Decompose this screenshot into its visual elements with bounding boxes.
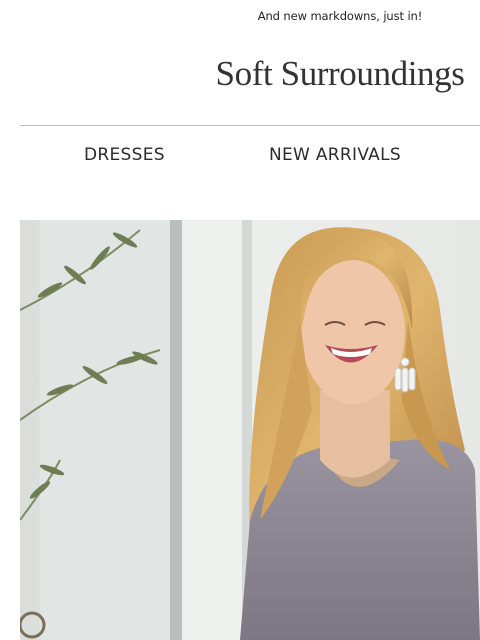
header-divider (20, 125, 480, 126)
main-nav: DRESSES NEW ARRIVALS (20, 145, 480, 169)
nav-link-new-arrivals[interactable]: NEW ARRIVALS (269, 145, 401, 165)
brand-logo[interactable]: Soft Surroundings (180, 54, 480, 94)
hero-image[interactable] (20, 220, 480, 640)
preheader-text: And new markdowns, just in! (257, 9, 423, 23)
hero-photo-illustration (20, 220, 480, 640)
nav-link-dresses[interactable]: DRESSES (84, 145, 165, 165)
